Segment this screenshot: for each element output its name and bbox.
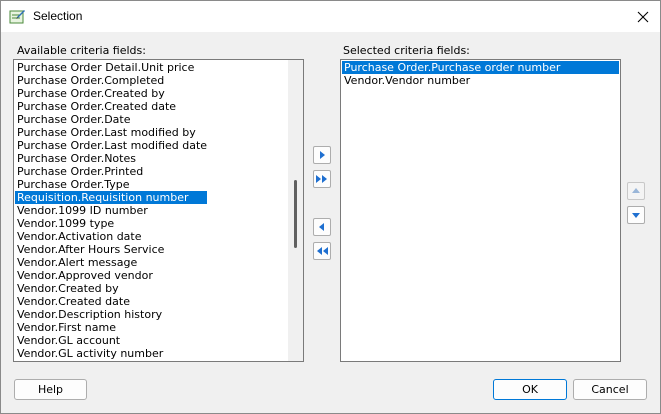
cancel-button[interactable]: Cancel <box>573 379 647 400</box>
help-button[interactable]: Help <box>14 379 87 400</box>
selected-fields-label: Selected criteria fields: <box>343 44 470 57</box>
list-item[interactable]: Purchase Order.Notes <box>15 152 207 165</box>
list-item[interactable]: Vendor.Approved vendor <box>15 269 207 282</box>
list-item[interactable]: Purchase Order Detail.Unit price <box>15 61 207 74</box>
list-item[interactable]: Vendor.Alert message <box>15 256 207 269</box>
list-item[interactable]: Purchase Order.Date <box>15 113 207 126</box>
list-item[interactable]: Purchase Order.Purchase order number <box>342 61 619 74</box>
list-item[interactable]: Vendor.1099 type <box>15 217 207 230</box>
triangle-down-icon <box>632 213 640 218</box>
selection-dialog: Selection Available criteria fields: Pur… <box>0 0 661 414</box>
list-item[interactable]: Purchase Order.Last modified by <box>15 126 207 139</box>
list-item[interactable]: Vendor.First name <box>15 321 207 334</box>
list-item[interactable]: Vendor.Created by <box>15 282 207 295</box>
list-item[interactable]: Vendor.Created date <box>15 295 207 308</box>
available-fields-items: Purchase Order Detail.Unit price Purchase… <box>15 61 208 360</box>
list-item[interactable]: Purchase Order.Printed <box>15 165 207 178</box>
list-item[interactable]: Vendor.GL account <box>15 334 207 347</box>
close-icon <box>637 11 649 23</box>
title-bar: Selection <box>1 1 660 32</box>
remove-all-fields-button[interactable] <box>313 242 331 260</box>
move-down-button[interactable] <box>627 206 645 224</box>
list-item[interactable]: Vendor.Description history <box>15 308 207 321</box>
selected-fields-list[interactable]: Purchase Order.Purchase order number Vend… <box>340 59 621 362</box>
list-item[interactable]: Vendor.GL activity number <box>15 347 207 360</box>
remove-field-button[interactable] <box>313 218 331 236</box>
selected-fields-items: Purchase Order.Purchase order number Vend… <box>342 61 619 87</box>
list-item[interactable]: Purchase Order.Completed <box>15 74 207 87</box>
triangle-right-icon <box>320 151 325 159</box>
list-item[interactable]: Purchase Order.Created by <box>15 87 207 100</box>
ok-button[interactable]: OK <box>493 379 567 400</box>
list-item[interactable]: Requisition.Requisition number <box>15 191 208 204</box>
add-all-fields-button[interactable] <box>313 170 331 188</box>
double-triangle-left-icon <box>317 247 328 255</box>
list-item[interactable]: Purchase Order.Type <box>15 178 207 191</box>
scrollbar-thumb[interactable] <box>294 180 297 248</box>
close-button[interactable] <box>633 7 653 27</box>
list-item[interactable]: Purchase Order.Created date <box>15 100 207 113</box>
list-item[interactable]: Vendor.Activation date <box>15 230 207 243</box>
triangle-left-icon <box>319 223 324 231</box>
available-fields-label: Available criteria fields: <box>17 44 146 57</box>
list-item[interactable]: Vendor.Vendor number <box>342 74 619 87</box>
list-item[interactable]: Vendor.1099 ID number <box>15 204 207 217</box>
list-item[interactable]: Purchase Order.Last modified date <box>15 139 207 152</box>
available-fields-scrollbar[interactable] <box>288 60 303 361</box>
double-triangle-right-icon <box>316 175 327 183</box>
list-item[interactable]: Vendor.After Hours Service <box>15 243 207 256</box>
selection-app-icon <box>9 10 25 24</box>
window-title: Selection <box>33 9 83 23</box>
triangle-up-icon <box>632 188 640 193</box>
move-up-button[interactable] <box>627 182 645 200</box>
available-fields-list[interactable]: Purchase Order Detail.Unit price Purchase… <box>13 59 304 362</box>
add-field-button[interactable] <box>313 146 331 164</box>
